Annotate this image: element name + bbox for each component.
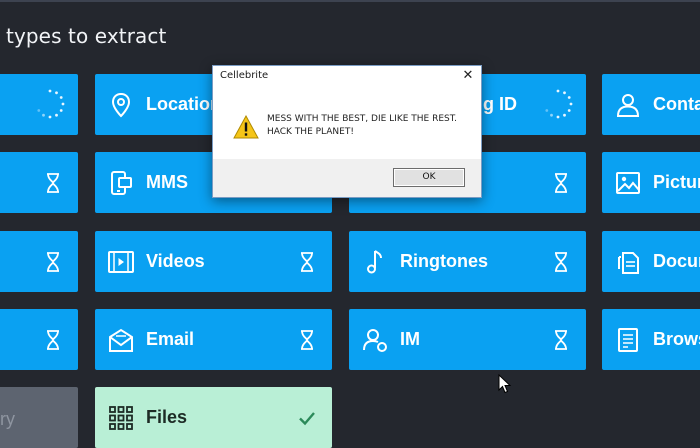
dialog-titlebar[interactable]: Cellebrite ✕ xyxy=(213,66,481,88)
tile-label: ry xyxy=(0,409,15,429)
hourglass-icon xyxy=(47,330,59,350)
close-icon[interactable]: ✕ xyxy=(460,68,476,84)
browser-history-icon xyxy=(618,328,638,352)
ok-button[interactable]: OK xyxy=(393,168,465,187)
dialog-footer: OK xyxy=(213,159,481,197)
tile-label: Docur xyxy=(653,251,700,271)
tile-im[interactable]: IM xyxy=(349,309,586,370)
tile-label: MMS xyxy=(146,172,188,192)
tile-label: g ID xyxy=(483,94,517,114)
mouse-cursor-icon xyxy=(498,374,512,394)
tile-files[interactable]: Files xyxy=(95,387,332,448)
document-icon xyxy=(618,252,639,274)
instant-message-user-icon xyxy=(363,329,387,352)
email-envelope-icon xyxy=(109,328,133,352)
loading-spinner-icon xyxy=(545,89,573,119)
tile-label: Email xyxy=(146,329,195,349)
checkmark-icon xyxy=(299,412,315,426)
video-film-icon xyxy=(108,251,134,273)
page-title: types to extract xyxy=(6,24,167,48)
message-dialog: Cellebrite ✕ MESS WITH THE BEST, DIE LIK… xyxy=(212,65,482,198)
tile-label: Location xyxy=(146,94,221,114)
hourglass-icon xyxy=(555,252,567,272)
hourglass-icon xyxy=(555,173,567,193)
hourglass-icon xyxy=(301,330,313,350)
location-pin-icon xyxy=(111,92,131,118)
warning-icon xyxy=(233,115,259,139)
contact-icon xyxy=(616,94,640,117)
tile-row1-col1[interactable] xyxy=(0,74,78,135)
hourglass-icon xyxy=(47,252,59,272)
loading-spinner-icon xyxy=(37,89,65,119)
tile-label: IM xyxy=(400,329,420,349)
tile-contacts[interactable]: Conta xyxy=(602,74,700,135)
tile-label: Brows xyxy=(653,329,700,349)
tile-label: Ringtones xyxy=(400,251,488,271)
hourglass-icon xyxy=(301,252,313,272)
tile-summary[interactable]: ry xyxy=(0,387,78,448)
tile-row2-col1[interactable] xyxy=(0,152,78,213)
mms-phone-icon xyxy=(111,171,132,195)
top-border xyxy=(0,0,700,2)
dialog-title: Cellebrite xyxy=(220,70,269,81)
picture-icon xyxy=(616,172,640,194)
tile-label: Pictur xyxy=(653,172,700,192)
hourglass-icon xyxy=(555,330,567,350)
tile-videos[interactable]: Videos xyxy=(95,231,332,292)
grid-apps-icon xyxy=(109,406,133,430)
dialog-message: MESS WITH THE BEST, DIE LIKE THE REST. H… xyxy=(267,113,472,139)
tile-row3-col1[interactable] xyxy=(0,231,78,292)
tile-label: Files xyxy=(146,407,188,427)
tile-pictures[interactable]: Pictur xyxy=(602,152,700,213)
tile-documents[interactable]: Docur xyxy=(602,231,700,292)
tile-row4-col1[interactable] xyxy=(0,309,78,370)
tile-label: Videos xyxy=(146,251,205,271)
hourglass-icon xyxy=(47,173,59,193)
music-note-icon xyxy=(367,250,382,274)
tile-ringtones[interactable]: Ringtones xyxy=(349,231,586,292)
tile-label: Conta xyxy=(653,94,700,114)
dialog-message-line: MESS WITH THE BEST, DIE LIKE THE REST. xyxy=(267,114,458,124)
dialog-message-line: HACK THE PLANET! xyxy=(267,127,354,137)
tile-email[interactable]: Email xyxy=(95,309,332,370)
tile-browser[interactable]: Brows xyxy=(602,309,700,370)
